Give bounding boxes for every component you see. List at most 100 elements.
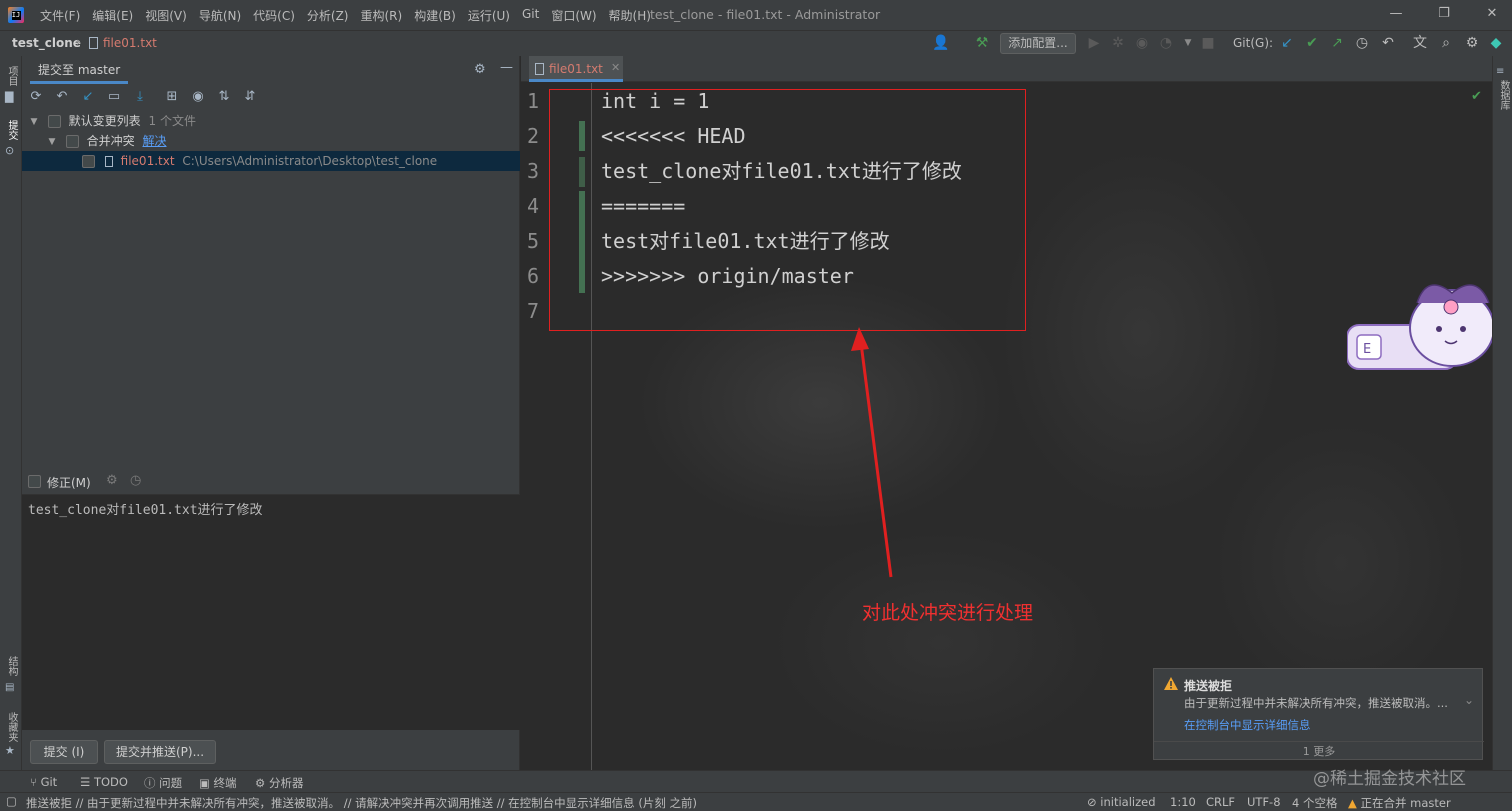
expand-all-icon[interactable]: ⇅ xyxy=(216,89,232,105)
message-history-icon[interactable]: ◷ xyxy=(130,473,141,488)
minimize-icon[interactable]: — xyxy=(1388,6,1404,21)
editor-tab-file01[interactable]: file01.txt ✕ xyxy=(529,56,623,82)
resolve-link[interactable]: 解决 xyxy=(143,134,167,148)
menu-help[interactable]: 帮助(H) xyxy=(603,7,657,24)
commit-options-gear-icon[interactable]: ⚙ xyxy=(106,473,118,488)
close-tab-icon[interactable]: ✕ xyxy=(611,61,620,74)
build-hammer-icon[interactable]: ⚒ xyxy=(974,35,990,51)
line-number: 6 xyxy=(526,264,539,288)
menu-file[interactable]: 文件(F) xyxy=(34,7,86,24)
search-icon[interactable]: ⌕ xyxy=(1438,35,1454,51)
line-number: 2 xyxy=(526,124,539,148)
merge-conflicts-checkbox[interactable] xyxy=(65,135,79,148)
menu-code[interactable]: 代码(C) xyxy=(247,7,301,24)
changelist-row[interactable]: ▼ 默认变更列表 1 个文件 xyxy=(28,111,196,131)
status-message[interactable]: 推送被拒 // 由于更新过程中并未解决所有冲突，推送被取消。 // 请解决冲突并… xyxy=(26,795,697,811)
file-encoding[interactable]: UTF-8 xyxy=(1247,795,1281,809)
amend-checkbox[interactable] xyxy=(28,475,41,488)
chevron-down-icon[interactable]: ▼ xyxy=(28,112,40,132)
add-configuration-button[interactable]: 添加配置... xyxy=(1000,33,1076,54)
changelist-checkbox[interactable] xyxy=(47,115,61,128)
commit-message-area[interactable]: test_clone对file01.txt进行了修改 xyxy=(22,494,520,730)
show-details-link[interactable]: 在控制台中显示详细信息 xyxy=(1184,717,1311,733)
breadcrumb-file[interactable]: file01.txt xyxy=(103,36,157,50)
commit-and-push-button[interactable]: 提交并推送(P)... xyxy=(104,740,216,764)
tool-tab-database[interactable]: 数据库 xyxy=(1496,80,1511,110)
conflict-file-row[interactable]: file01.txt C:\Users\Administrator\Deskto… xyxy=(22,151,520,171)
commit-icon: ⊙ xyxy=(5,144,15,157)
merge-conflicts-row[interactable]: ▼ 合并冲突 解决 xyxy=(46,131,167,151)
menu-refactor[interactable]: 重构(R) xyxy=(355,7,409,24)
code-editor[interactable]: 1 2 3 4 5 6 7 int i = 1 <<<<<<< HEAD tes… xyxy=(521,83,1492,770)
menu-navigate[interactable]: 导航(N) xyxy=(193,7,247,24)
close-icon[interactable]: ✕ xyxy=(1484,6,1500,21)
line-separator[interactable]: CRLF xyxy=(1206,795,1235,809)
menu-view[interactable]: 视图(V) xyxy=(139,7,193,24)
merge-status[interactable]: ▲ 正在合并 master xyxy=(1348,795,1451,811)
tool-tab-favorites[interactable]: 收藏夹 xyxy=(4,712,19,742)
vcs-status[interactable]: ⊘ initialized xyxy=(1087,795,1156,809)
todo-tool-button[interactable]: ☰ TODO xyxy=(80,775,128,789)
chevron-down-icon[interactable]: ▼ xyxy=(1180,35,1196,51)
stop-icon[interactable]: ■ xyxy=(1200,35,1216,51)
update-icon[interactable]: ↙ xyxy=(80,89,96,105)
menu-analyze[interactable]: 分析(Z) xyxy=(301,7,355,24)
menu-edit[interactable]: 编辑(E) xyxy=(86,7,139,24)
diff-icon[interactable]: ▭ xyxy=(106,89,122,105)
debug-icon[interactable]: ✲ xyxy=(1110,35,1126,51)
refresh-icon[interactable]: ⟳ xyxy=(28,89,44,105)
terminal-icon: ▣ xyxy=(199,776,214,790)
git-update-icon[interactable]: ↙ xyxy=(1279,35,1295,51)
amend-label[interactable]: 修正(M) xyxy=(47,474,91,491)
toggle-panel-icon[interactable]: ▢ xyxy=(6,794,17,808)
history-icon[interactable]: ◷ xyxy=(1354,35,1370,51)
download-icon[interactable]: ⤓ xyxy=(132,89,148,105)
menu-window[interactable]: 窗口(W) xyxy=(545,7,602,24)
line-number: 4 xyxy=(526,194,539,218)
commit-button[interactable]: 提交 (I) xyxy=(30,740,98,764)
more-notifications-link[interactable]: 1 更多 xyxy=(1154,741,1484,761)
chevron-down-icon[interactable]: ▼ xyxy=(46,132,58,152)
text-file-icon xyxy=(104,156,113,167)
profiler-tool-button[interactable]: ⚙ 分析器 xyxy=(255,775,303,791)
tool-tab-project[interactable]: 项目 xyxy=(4,66,19,86)
caret-position[interactable]: 1:10 xyxy=(1170,795,1196,809)
rollback-icon[interactable]: ↶ xyxy=(54,89,70,105)
breadcrumb-project[interactable]: test_clone xyxy=(12,36,81,50)
user-icon[interactable]: 👤 xyxy=(932,35,949,51)
translate-icon[interactable]: 文 xyxy=(1412,35,1428,51)
tool-tab-commit[interactable]: 提交 xyxy=(4,120,19,140)
eye-icon[interactable]: ◉ xyxy=(190,89,206,105)
line-number: 3 xyxy=(526,159,539,183)
settings-gear-icon[interactable]: ⚙ xyxy=(1464,35,1480,51)
maximize-icon[interactable]: ❐ xyxy=(1436,6,1452,21)
run-icon[interactable]: ▶ xyxy=(1086,35,1102,51)
panel-settings-gear-icon[interactable]: ⚙ xyxy=(474,62,486,77)
amend-row: 修正(M) ⚙ ◷ xyxy=(22,470,520,494)
terminal-tool-button[interactable]: ▣ 终端 xyxy=(199,775,237,791)
group-by-icon[interactable]: ⊞ xyxy=(164,89,180,105)
indent-setting[interactable]: 4 个空格 xyxy=(1292,795,1337,811)
push-rejected-notification[interactable]: 推送被拒 由于更新过程中并未解决所有冲突，推送被取消。... ⌄ 在控制台中显示… xyxy=(1153,668,1484,761)
plugin-logo-icon[interactable]: ◆ xyxy=(1488,35,1504,51)
collapse-all-icon[interactable]: ⇵ xyxy=(242,89,258,105)
tool-window-bar: ⑂ Git ☰ TODO ⓘ 问题 ▣ 终端 ⚙ 分析器 xyxy=(0,770,1512,792)
menu-git[interactable]: Git xyxy=(516,7,545,24)
git-tool-button[interactable]: ⑂ Git xyxy=(30,775,57,789)
git-commit-icon[interactable]: ✔ xyxy=(1304,35,1320,51)
chevron-down-icon[interactable]: ⌄ xyxy=(1464,693,1474,707)
hide-panel-icon[interactable]: — xyxy=(500,60,513,75)
commit-message-text[interactable]: test_clone对file01.txt进行了修改 xyxy=(28,499,263,518)
git-push-icon[interactable]: ↗ xyxy=(1329,35,1345,51)
coverage-icon[interactable]: ◉ xyxy=(1134,35,1150,51)
breadcrumb-separator-icon: › xyxy=(76,35,81,49)
tool-tab-structure[interactable]: 结构 xyxy=(4,656,19,676)
problems-tool-button[interactable]: ⓘ 问题 xyxy=(144,775,182,791)
rollback-icon[interactable]: ↶ xyxy=(1380,35,1396,51)
menu-run[interactable]: 运行(U) xyxy=(462,7,516,24)
inspection-ok-check-icon[interactable]: ✔ xyxy=(1471,89,1482,104)
menu-build[interactable]: 构建(B) xyxy=(408,7,462,24)
profile-icon[interactable]: ◔ xyxy=(1158,35,1174,51)
file-checkbox[interactable] xyxy=(82,155,95,168)
commit-to-master-tab[interactable]: 提交至 master xyxy=(30,56,129,84)
